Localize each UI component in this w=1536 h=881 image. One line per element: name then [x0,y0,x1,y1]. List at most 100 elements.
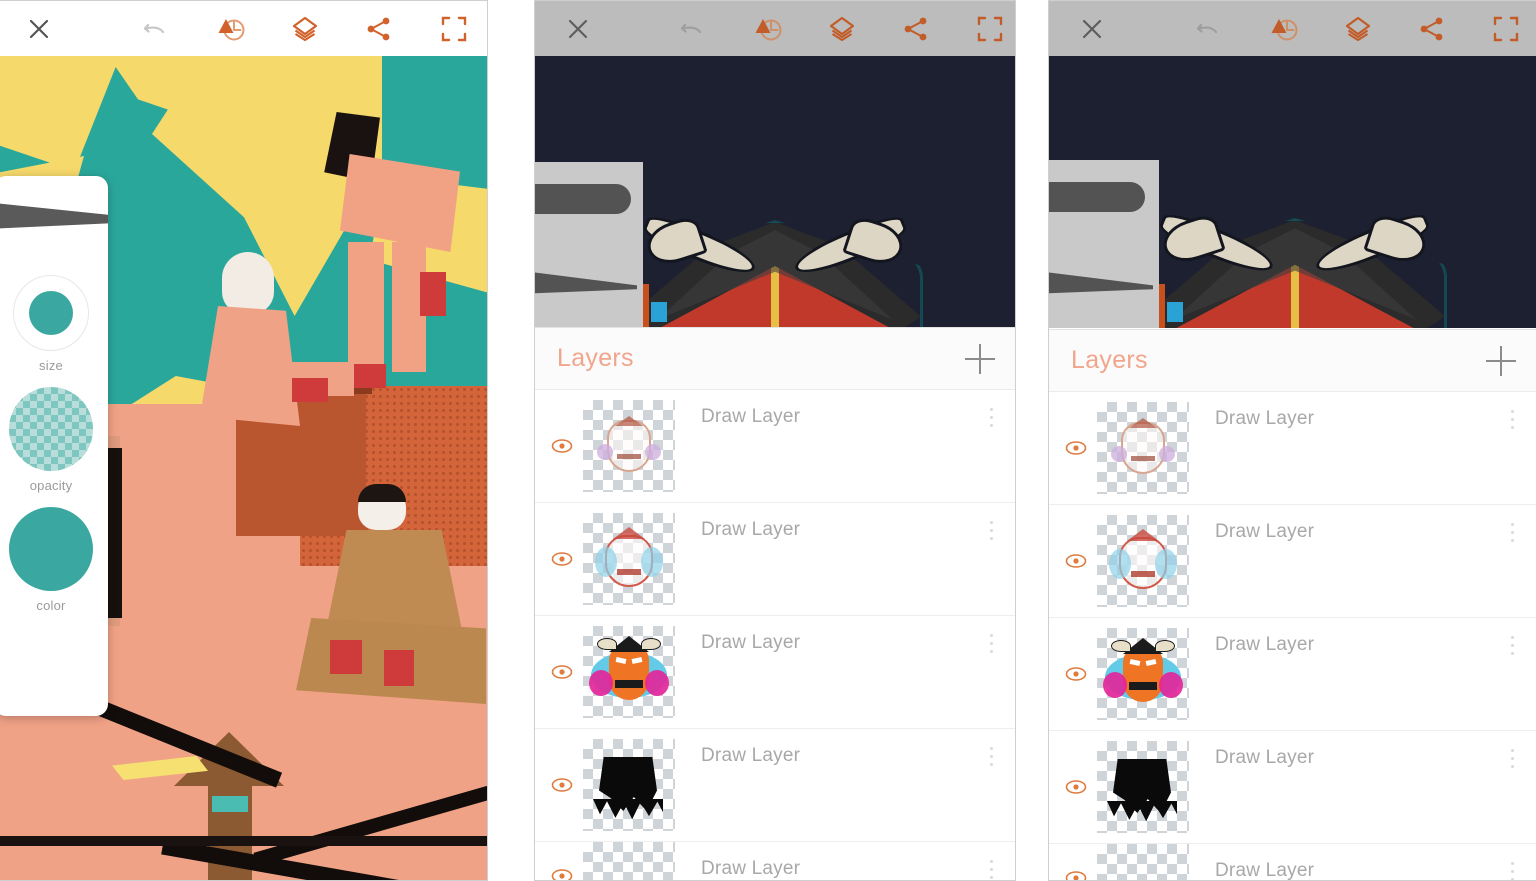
layer-menu-icon[interactable] [989,521,993,540]
close-icon[interactable] [561,12,595,46]
brush-icon[interactable] [1267,12,1301,46]
layer-visibility-icon[interactable] [1065,663,1087,685]
layer-visibility-icon[interactable] [1065,867,1087,880]
canvas-panel-1[interactable]: size opacity color [0,56,487,880]
layer-thumbnail [1097,628,1189,720]
opacity-circle[interactable] [9,387,93,471]
layer-name: Draw Layer [701,519,801,540]
layer-row[interactable]: Draw Layer [535,390,1015,503]
layer-name: Draw Layer [1215,634,1315,655]
layer-visibility-icon[interactable] [551,548,573,570]
layers-panel-2[interactable]: Layers Draw Layer Draw Layer Draw Layer … [535,327,1015,880]
layer-row[interactable]: Draw Layer [535,729,1015,842]
layer-visibility-icon[interactable] [1065,550,1087,572]
layer-menu-icon[interactable] [1510,523,1514,542]
layer-menu-icon[interactable] [989,408,993,427]
color-circle[interactable] [9,507,93,591]
layers-icon[interactable] [825,12,859,46]
layer-visibility-icon[interactable] [1065,437,1087,459]
toolbar-panel-2 [535,1,1015,56]
toolbar-panel-3 [1049,1,1536,56]
brush-size-control[interactable]: size [0,275,108,373]
layer-thumbnail [583,739,675,831]
brush-opacity-control[interactable]: opacity [0,387,108,493]
brush-icon[interactable] [751,12,785,46]
brush-color-control[interactable]: color [0,507,108,613]
layer-menu-icon[interactable] [1510,636,1514,655]
layer-name: Draw Layer [701,632,801,653]
layer-row[interactable]: Draw Layer [1049,392,1536,505]
undo-icon[interactable] [675,12,709,46]
layers-title: Layers [557,344,634,372]
thumb-art-oni-mask-color [1097,628,1189,720]
thumb-art-oni-sketch-red [583,513,675,605]
layer-thumbnail [1097,515,1189,607]
layer-menu-icon[interactable] [1510,862,1514,880]
fullscreen-icon[interactable] [1489,12,1523,46]
add-layer-button[interactable] [963,342,997,376]
thumb-art-oni-sketch-pale [1097,402,1189,494]
add-layer-button[interactable] [1484,344,1518,378]
brush-preview-flyout[interactable] [1049,160,1159,328]
layer-visibility-icon[interactable] [1065,776,1087,798]
layers-title: Layers [1071,346,1148,374]
brush-color-label: color [36,598,66,613]
share-icon[interactable] [362,12,396,46]
layers-icon[interactable] [1341,12,1375,46]
layer-name: Draw Layer [701,858,801,879]
layer-thumbnail [583,400,675,492]
fullscreen-icon[interactable] [437,12,471,46]
fullscreen-icon[interactable] [973,12,1007,46]
layer-menu-icon[interactable] [989,860,993,879]
layer-menu-icon[interactable] [989,747,993,766]
layer-menu-icon[interactable] [1510,749,1514,768]
layer-row[interactable]: Draw Layer [1049,844,1536,880]
size-circle-inner [29,291,73,335]
brush-icon[interactable] [214,12,248,46]
brush-size-label: size [39,358,63,373]
brush-settings-panel[interactable]: size opacity color [0,176,108,716]
layers-header: Layers [535,328,1015,390]
phone-panel-3: Layers Draw Layer Draw Layer Draw Layer … [1048,0,1536,881]
layer-row[interactable]: Draw Layer [535,616,1015,729]
close-icon[interactable] [1075,12,1109,46]
layer-visibility-icon[interactable] [551,435,573,457]
thumb-art-black-silhouette [1097,741,1189,833]
share-icon[interactable] [899,12,933,46]
canvas-panel-3[interactable] [1049,56,1536,328]
undo-icon[interactable] [138,12,172,46]
layer-menu-icon[interactable] [989,634,993,653]
layer-visibility-icon[interactable] [551,661,573,683]
close-icon[interactable] [22,12,56,46]
layer-row[interactable]: Draw Layer [535,503,1015,616]
undo-icon[interactable] [1191,12,1225,46]
layer-thumbnail [583,513,675,605]
layer-name: Draw Layer [1215,521,1315,542]
layer-name: Draw Layer [701,745,801,766]
layer-row[interactable]: Draw Layer [1049,731,1536,844]
canvas-panel-2[interactable] [535,56,1015,327]
layer-menu-icon[interactable] [1510,410,1514,429]
layer-thumbnail [1097,844,1189,880]
layer-visibility-icon[interactable] [551,865,573,880]
layer-row[interactable]: Draw Layer [1049,505,1536,618]
size-circle-outer[interactable] [13,275,89,351]
layer-row[interactable]: Draw Layer [1049,618,1536,731]
layers-header: Layers [1049,330,1536,392]
thumb-art-oni-mask-color [583,626,675,718]
thumb-art-oni-sketch-red [1097,515,1189,607]
brush-preview-flyout[interactable] [535,162,643,327]
layer-thumbnail [583,626,675,718]
toolbar-panel-1 [0,1,487,56]
layers-icon[interactable] [288,12,322,46]
layers-panel-3[interactable]: Layers Draw Layer Draw Layer Draw Layer … [1049,329,1536,880]
phone-panel-2: Layers Draw Layer Draw Layer Draw Layer … [534,0,1016,881]
phone-panel-1: size opacity color [0,0,488,881]
share-icon[interactable] [1415,12,1449,46]
screenshot-stage: size opacity color Layers Draw Layer Dra… [0,0,1536,881]
layer-thumbnail [1097,741,1189,833]
layer-thumbnail [583,842,675,880]
layer-row[interactable]: Draw Layer [535,842,1015,880]
thumb-art-black-silhouette [583,739,675,831]
layer-visibility-icon[interactable] [551,774,573,796]
